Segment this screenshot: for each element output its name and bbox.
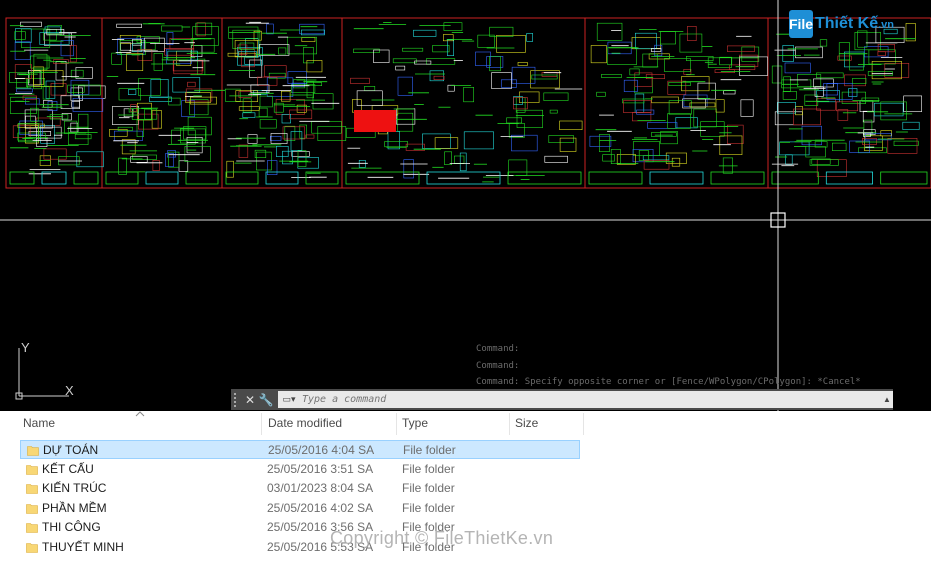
file-list: Name Date modified Type Size DỰ TOÁN 25/0… bbox=[0, 411, 931, 567]
command-input[interactable] bbox=[300, 394, 881, 405]
cad-viewport[interactable]: File Thiết Kế.vn Y X Command: Command: C… bbox=[0, 0, 931, 411]
column-header-date[interactable]: Date modified bbox=[268, 411, 342, 435]
folder-name: DỰ TOÁN bbox=[43, 443, 99, 457]
wrench-icon[interactable]: 🔧 bbox=[258, 391, 274, 409]
folder-row[interactable]: KẾT CẤU 25/05/2016 3:51 SA File folder bbox=[20, 460, 580, 479]
column-header-type[interactable]: Type bbox=[402, 411, 428, 435]
command-history-line: Command: bbox=[476, 344, 520, 354]
folder-name: THI CÔNG bbox=[42, 520, 101, 535]
folder-icon bbox=[26, 484, 38, 494]
folder-type: File folder bbox=[403, 443, 456, 457]
cad-linework bbox=[9, 21, 928, 185]
folder-row[interactable]: PHẦN MỀM 25/05/2016 4:02 SA File folder bbox=[20, 499, 580, 518]
folder-icon bbox=[26, 503, 38, 514]
recent-commands-icon[interactable]: ▭▾ bbox=[278, 393, 300, 407]
highlight-block bbox=[354, 110, 396, 132]
folder-row[interactable]: DỰ TOÁN 25/05/2016 4:04 SA File folder bbox=[20, 440, 580, 459]
folder-date: 25/05/2016 4:04 SA bbox=[268, 443, 375, 457]
logo-mark: File bbox=[789, 10, 813, 38]
close-icon[interactable]: ✕ bbox=[242, 391, 258, 409]
logo-domain: .vn bbox=[878, 19, 895, 31]
column-header-name[interactable]: Name bbox=[23, 411, 55, 435]
grip-handle[interactable] bbox=[234, 392, 242, 407]
command-input-wrapper: ▭▾ ▲ bbox=[278, 391, 893, 408]
folder-name: THUYẾT MINH bbox=[42, 540, 124, 554]
folder-name: KIẾN TRÚC bbox=[42, 481, 107, 496]
filethietke-logo: File Thiết Kế.vn bbox=[789, 10, 894, 38]
sort-ascending-icon[interactable] bbox=[135, 411, 145, 417]
folder-icon bbox=[26, 464, 38, 475]
logo-text: Thiết Kế bbox=[815, 15, 879, 32]
folder-name: PHẦN MỀM bbox=[42, 500, 107, 515]
copyright-watermark: Copyright © FileThietKe.vn bbox=[330, 528, 554, 548]
command-history: Command: Command: Command: Specify oppos… bbox=[476, 341, 891, 391]
ucs-y-label: Y bbox=[21, 340, 30, 355]
command-line-bar: ✕ 🔧 ▭▾ ▲ bbox=[231, 389, 893, 410]
folder-date: 03/01/2023 8:04 SA bbox=[267, 481, 374, 496]
folder-type: File folder bbox=[402, 461, 455, 476]
chevron-up-icon[interactable]: ▲ bbox=[881, 395, 893, 404]
folder-row[interactable]: KIẾN TRÚC 03/01/2023 8:04 SA File folder bbox=[20, 479, 580, 498]
ucs-x-label: X bbox=[65, 383, 74, 398]
folder-date: 25/05/2016 3:51 SA bbox=[267, 461, 374, 476]
folder-icon bbox=[26, 543, 38, 553]
folder-type: File folder bbox=[402, 500, 455, 515]
column-header-size[interactable]: Size bbox=[515, 411, 538, 435]
folder-name: KẾT CẤU bbox=[42, 461, 94, 476]
folder-icon bbox=[27, 446, 39, 456]
drawing-sheet bbox=[5, 17, 103, 189]
folder-date: 25/05/2016 4:02 SA bbox=[267, 500, 374, 515]
command-history-line: Command: bbox=[476, 360, 520, 371]
folder-icon bbox=[26, 523, 38, 534]
folder-type: File folder bbox=[402, 481, 455, 496]
